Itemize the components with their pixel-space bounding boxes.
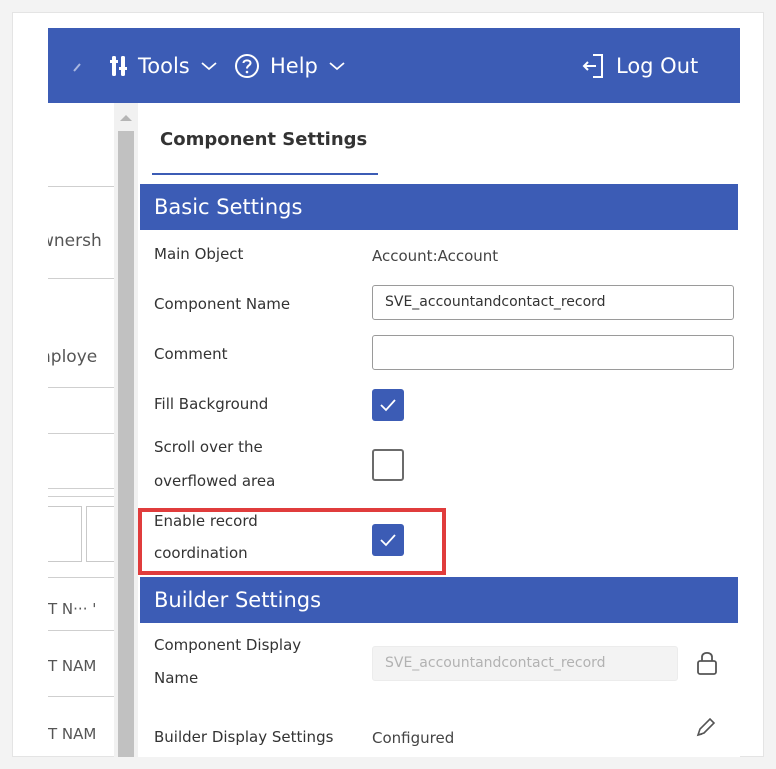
logout-button[interactable]: Log Out xyxy=(582,28,698,103)
divider xyxy=(48,496,114,497)
builder-settings-header[interactable]: Builder Settings xyxy=(140,577,738,623)
logout-icon xyxy=(582,53,606,79)
tools-menu[interactable]: Tools xyxy=(110,28,218,103)
display-name-label-line2: Name xyxy=(154,669,199,687)
component-name-field[interactable]: SVE_accountandcontact_record xyxy=(372,285,734,320)
lock-icon[interactable] xyxy=(692,648,722,678)
divider xyxy=(48,696,114,697)
table-cell-fragment: T NAM xyxy=(48,725,97,743)
pencil-icon[interactable] xyxy=(690,713,720,743)
panel-title[interactable]: Component Settings xyxy=(160,129,367,150)
field-input-fragment[interactable] xyxy=(86,506,114,562)
divider xyxy=(48,577,114,578)
background-record-panel: wnersh nploye T N··· ' T NAM T NAM xyxy=(48,103,114,757)
vertical-scrollbar[interactable] xyxy=(114,103,138,757)
help-icon xyxy=(234,53,260,79)
scroll-overflow-label-line1: Scroll over the xyxy=(154,438,263,456)
active-tab-indicator xyxy=(152,173,378,175)
field-label-fragment: wnersh xyxy=(48,231,102,251)
divider xyxy=(48,433,114,434)
component-name-label: Component Name xyxy=(154,295,291,313)
scrollbar-thumb[interactable] xyxy=(118,131,134,757)
builder-display-settings-value: Configured xyxy=(372,729,455,747)
fill-background-checkbox[interactable] xyxy=(372,389,404,421)
main-object-label: Main Object xyxy=(154,245,244,263)
comment-label: Comment xyxy=(154,345,228,363)
checkmark-icon xyxy=(380,399,396,412)
chevron-down-icon xyxy=(328,60,346,72)
record-coordination-checkbox[interactable] xyxy=(372,524,404,556)
fill-background-label: Fill Background xyxy=(154,395,269,413)
record-coordination-label-line1: Enable record xyxy=(154,512,258,530)
table-cell-fragment: T NAM xyxy=(48,657,97,675)
divider xyxy=(48,387,114,388)
basic-settings-header[interactable]: Basic Settings xyxy=(140,184,738,230)
display-name-label-line1: Component Display xyxy=(154,636,302,654)
top-navigation-bar: Tools Help Log Out xyxy=(48,28,740,103)
comment-field[interactable] xyxy=(372,335,734,370)
display-name-field: SVE_accountandcontact_record xyxy=(372,646,678,681)
help-menu[interactable]: Help xyxy=(234,28,346,103)
scroll-overflow-label-line2: overflowed area xyxy=(154,472,276,490)
nav-overflow-chevron-icon[interactable] xyxy=(72,28,88,103)
help-label: Help xyxy=(270,53,318,78)
checkmark-icon xyxy=(380,534,396,547)
divider xyxy=(48,186,114,187)
column-header-fragment: T N··· ' xyxy=(48,600,97,618)
tools-label: Tools xyxy=(138,53,190,78)
logout-label: Log Out xyxy=(616,53,699,78)
chevron-down-icon xyxy=(200,60,218,72)
field-input-fragment[interactable] xyxy=(48,506,82,562)
divider xyxy=(48,278,114,279)
scroll-overflow-checkbox[interactable] xyxy=(372,449,404,481)
field-label-fragment: nploye xyxy=(48,347,98,367)
tools-icon xyxy=(110,55,128,77)
scroll-up-arrow-icon[interactable] xyxy=(120,115,132,121)
main-object-value: Account:Account xyxy=(372,247,499,265)
divider xyxy=(48,488,114,489)
record-coordination-label-line2: coordination xyxy=(154,544,248,562)
divider xyxy=(48,630,114,631)
component-settings-panel: Component Settings Basic Settings Main O… xyxy=(138,103,740,757)
builder-display-settings-label: Builder Display Settings xyxy=(154,728,334,746)
